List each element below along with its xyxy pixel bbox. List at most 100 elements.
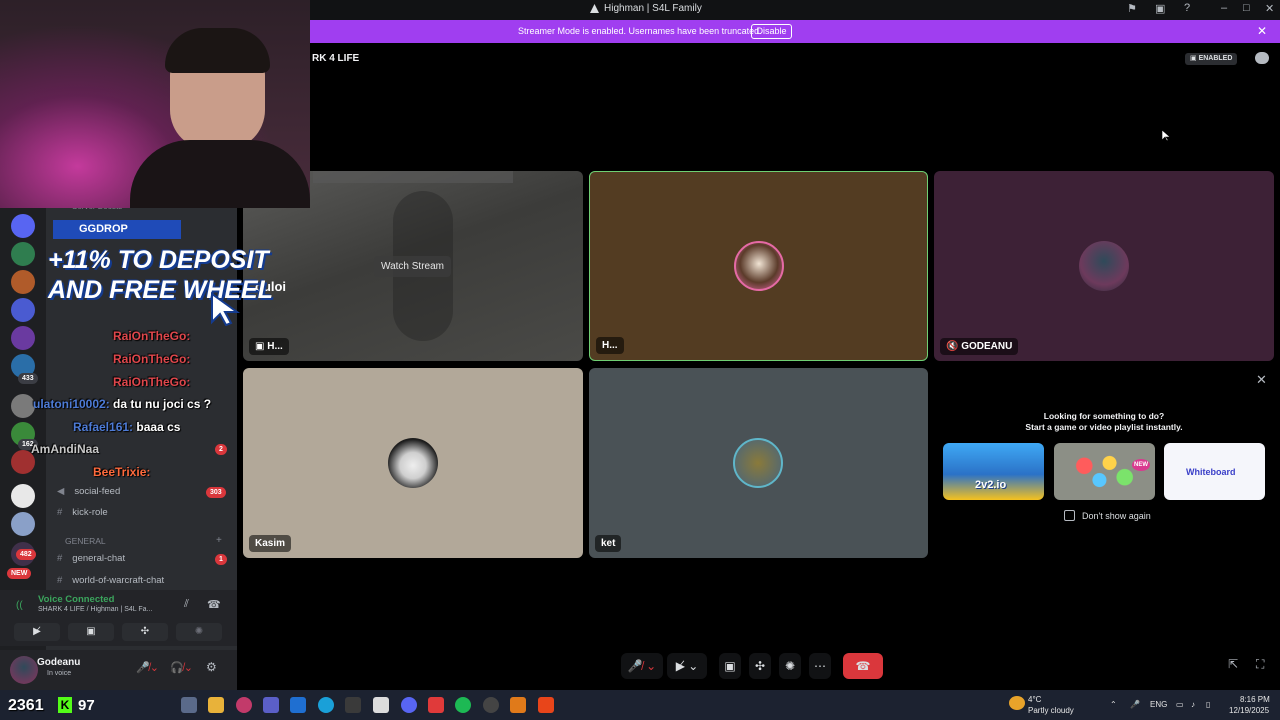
channel-social-feed[interactable]: ◀ social-feed (57, 486, 120, 497)
screen-share-button[interactable]: ▣ (68, 623, 114, 641)
stream-tile-name: ▣ H... (249, 338, 289, 355)
camera-button[interactable]: ▶̸ ⌄ (667, 653, 707, 679)
mouse-cursor-icon (1162, 130, 1170, 142)
app-icon[interactable] (428, 697, 444, 713)
deafen-icon[interactable]: 🎧̸⌄ (170, 661, 193, 674)
volume-icon[interactable]: ♪ (1191, 700, 1195, 709)
file-explorer-icon[interactable] (208, 697, 224, 713)
outlook-icon[interactable] (290, 697, 306, 713)
more-options-button[interactable]: ⋯ (809, 653, 831, 679)
minimize-icon[interactable]: – (1221, 2, 1227, 14)
mic-muted-icon[interactable]: 🎤̸⌄ (136, 661, 159, 674)
channel-wow-chat[interactable]: # world-of-warcraft-chat (57, 575, 164, 586)
voice-channel-name[interactable]: SHARK 4 LIFE / Highman | S4L Fa... (38, 606, 152, 613)
mute-button[interactable]: 🎤̸ ⌄ (621, 653, 663, 679)
channel-title: RK 4 LIFE (312, 53, 360, 64)
participant-tile-godeanu[interactable]: 🔇 GODEANU (934, 171, 1274, 361)
kick-logo-icon: K (58, 697, 72, 713)
soundboard-button[interactable]: ✺ (779, 653, 801, 679)
app-icon[interactable] (345, 697, 361, 713)
channel-label: kick-role (72, 507, 108, 518)
soundboard-small-button[interactable]: ✺ (176, 623, 222, 641)
voice-status[interactable]: Voice Connected (38, 594, 114, 605)
chat-user: BeeTrixie: (93, 465, 151, 479)
rockstar-icon[interactable] (510, 697, 526, 713)
maximize-icon[interactable]: □ (1243, 2, 1250, 14)
popout-icon[interactable]: ⇱ (1228, 657, 1238, 671)
participant-tile-kasim[interactable]: Kasim (243, 368, 583, 558)
banner-close-icon[interactable]: ✕ (1257, 24, 1267, 38)
participant-tile-h[interactable]: H... (589, 171, 928, 361)
discord-taskbar-icon[interactable] (401, 697, 417, 713)
weather-icon[interactable] (1009, 696, 1025, 710)
participant-name-kasim: Kasim (249, 535, 292, 552)
activity-close-icon[interactable]: ✕ (1256, 372, 1267, 388)
activity-card-whiteboard[interactable]: Whiteboard (1164, 443, 1265, 500)
channel-label: world-of-warcraft-chat (72, 575, 165, 586)
activity-button[interactable]: ✣ (122, 623, 168, 641)
settings-gear-icon[interactable]: ⚙ (206, 660, 217, 674)
language-indicator[interactable]: ENG (1150, 700, 1167, 709)
enabled-badge: ▣ ENABLED (1185, 53, 1238, 65)
server-badge: 482 (16, 549, 36, 560)
teams-icon[interactable] (263, 697, 279, 713)
channel-label: social-feed (74, 486, 121, 497)
brave-icon[interactable] (538, 697, 554, 713)
chat-text: baaa cs (136, 420, 181, 434)
activity-suggestion-panel: ✕ Looking for something to do? Start a g… (934, 368, 1274, 558)
fullscreen-icon[interactable]: ⛶ (1256, 657, 1264, 672)
server-icon[interactable] (11, 512, 35, 536)
help-icon[interactable]: ? (1184, 2, 1190, 14)
stream-name-text: H... (267, 341, 283, 352)
channel-general-chat[interactable]: # general-chat (57, 553, 125, 564)
dont-show-checkbox[interactable] (1064, 510, 1075, 521)
disconnect-voice-icon[interactable]: ☎ (207, 598, 221, 611)
disable-streamer-mode-button[interactable]: Disable (751, 24, 792, 39)
ggdrop-brand: GGDROP (53, 220, 181, 239)
clock-time[interactable]: 8:16 PM (1240, 695, 1270, 704)
server-icon[interactable] (11, 326, 35, 350)
dont-show-again[interactable]: Don't show again (1064, 510, 1151, 521)
share-screen-button[interactable]: ▣ (719, 653, 741, 679)
spotify-icon[interactable] (455, 697, 471, 713)
viewer-count: 2361 (8, 697, 44, 714)
add-channel-icon[interactable]: + (216, 535, 222, 546)
chat-icon[interactable] (1255, 52, 1269, 64)
user-name[interactable]: Godeanu (37, 657, 80, 668)
godeanu-name-text: GODEANU (961, 341, 1013, 352)
screen-icon[interactable]: ▣ (1155, 2, 1165, 15)
channel-kick-role[interactable]: # kick-role (57, 507, 108, 518)
close-window-icon[interactable]: ✕ (1265, 2, 1274, 15)
server-icon[interactable] (11, 394, 35, 418)
video-toggle-button[interactable]: ▶̸ (14, 623, 60, 641)
tray-chevron-icon[interactable]: ⌃ (1110, 700, 1117, 709)
activity-heading: Looking for something to do? (1043, 411, 1165, 421)
network-icon[interactable]: ▭ (1176, 700, 1184, 709)
inbox-flag-icon[interactable]: ⚑ (1127, 2, 1137, 15)
task-view-icon[interactable] (181, 697, 197, 713)
disconnect-button[interactable]: ☎ (843, 653, 883, 679)
noise-suppression-icon[interactable]: ⫽ (184, 598, 189, 611)
clock-date[interactable]: 12/19/2025 (1229, 706, 1269, 715)
dont-show-label: Don't show again (1082, 510, 1151, 521)
activity-card-2v2[interactable]: 2v2.io (943, 443, 1044, 500)
app-icon[interactable] (236, 697, 252, 713)
participant-name-ket: ket (595, 535, 622, 552)
activity-card-balls[interactable]: NEW (1054, 443, 1155, 500)
activity-card-new-badge: NEW (1132, 459, 1150, 471)
watch-stream-button[interactable]: Watch Stream (374, 256, 451, 277)
chat-text: da tu nu joci cs ? (113, 397, 212, 411)
participant-avatar (733, 438, 783, 488)
activities-button[interactable]: ✣ (749, 653, 771, 679)
user-avatar[interactable] (10, 656, 38, 684)
store-icon[interactable] (373, 697, 389, 713)
category-general[interactable]: GENERAL (65, 536, 106, 546)
enabled-label: ENABLED (1198, 55, 1233, 62)
battery-icon[interactable]: ▯ (1206, 700, 1210, 709)
participant-name-godeanu: 🔇 GODEANU (940, 338, 1019, 355)
participant-tile-ket[interactable]: ket (589, 368, 928, 558)
server-icon[interactable] (11, 484, 35, 508)
edge-icon[interactable] (318, 697, 334, 713)
app-icon[interactable] (483, 697, 499, 713)
tray-mic-icon[interactable]: 🎤 (1130, 700, 1140, 709)
